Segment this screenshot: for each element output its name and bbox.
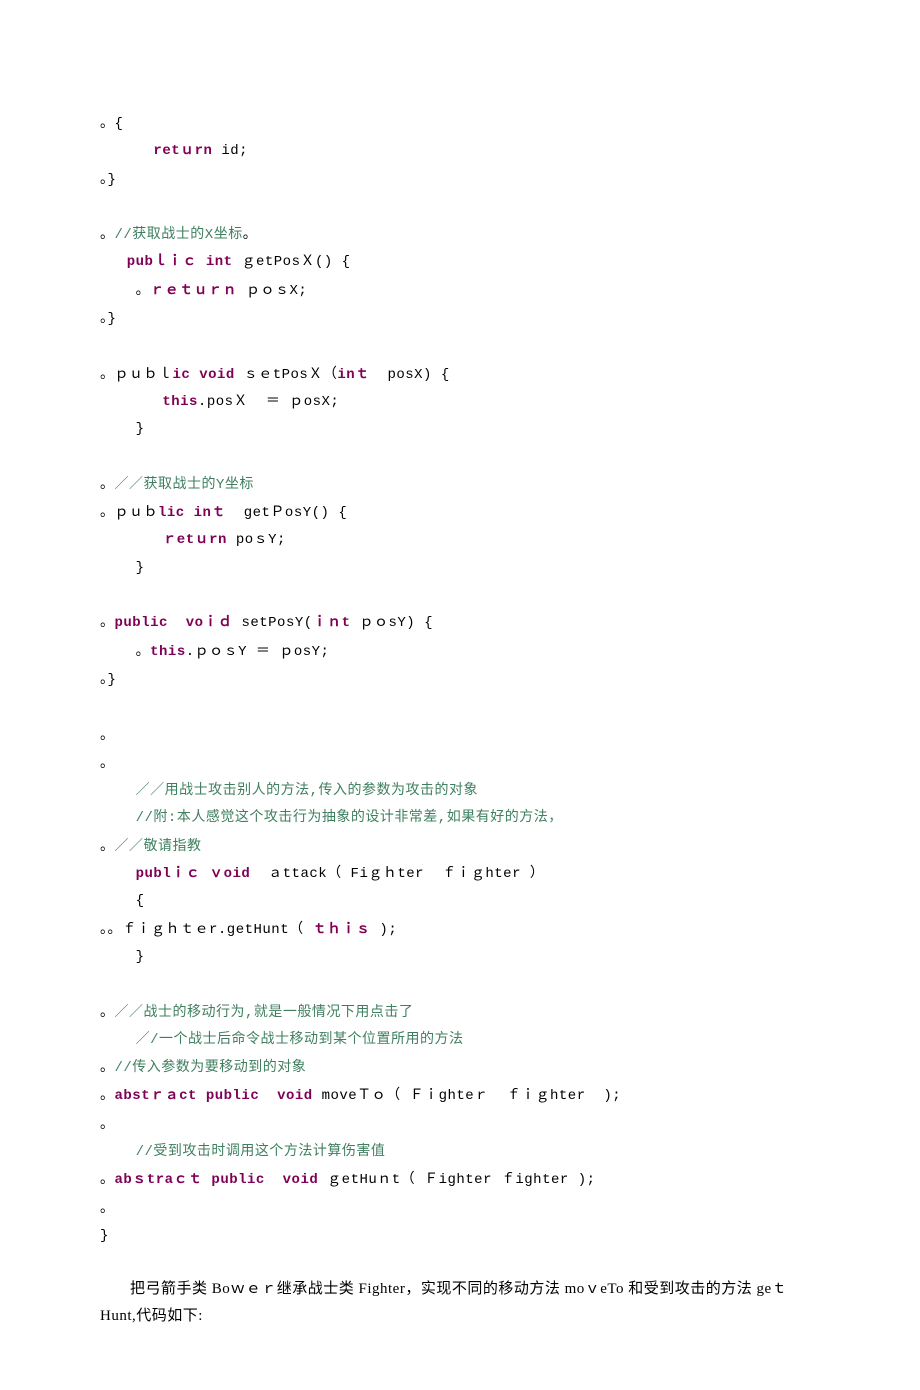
bullet-icon: 。 (100, 367, 115, 382)
bullet-icon: 。 (100, 311, 108, 326)
code-line: 。ｒｅｔｕｒｎ ｐｏｓX; (100, 277, 820, 305)
code-line: 。／／敬请指教 (100, 833, 820, 861)
bullet-icon: 。 (100, 1172, 115, 1187)
code-line: 。} (100, 666, 820, 694)
document-page: 。{ retｕrn id; 。} 。//获取战士的X坐标。 pubｌｉｃ int… (0, 0, 920, 1390)
code-line: ｒetｕrn poｓY; (100, 527, 820, 554)
code-line: 。public voｉｄ setPosY(ｉｎt ｐｏsY) { (100, 609, 820, 637)
bullet-icon: 。 (100, 615, 115, 630)
bullet-icon: 。 (100, 1088, 115, 1103)
code-line (100, 971, 820, 998)
bullet-icon: 。 (100, 227, 115, 242)
code-line: } (100, 416, 820, 443)
code-line: 。／／获取战士的Y坐标 (100, 471, 820, 499)
code-line: } (100, 1223, 820, 1250)
code-line (100, 582, 820, 609)
code-line (100, 333, 820, 360)
bullet-icon: 。 (136, 283, 151, 298)
bullet-icon: 。 (100, 728, 115, 743)
code-line: 。//获取战士的X坐标。 (100, 221, 820, 249)
code-line: 。abｓtraｃｔ public void ｇetHuｎt（ Ｆighter ｆ… (100, 1166, 820, 1194)
code-line (100, 444, 820, 471)
code-line: } (100, 944, 820, 971)
code-line: //受到攻击时调用这个方法计算伤害值 (100, 1139, 820, 1166)
code-line: 。ｐｕｂlic inｔ getＰosY() { (100, 499, 820, 527)
bullet-icon: 。 (136, 644, 151, 659)
code-line: 。 (100, 750, 820, 778)
code-line: 。{ (100, 110, 820, 138)
code-line: 。 (100, 1195, 820, 1223)
code-line: 。。ｆｉｇｈｔｅr.getHunt（ ｔｈｉｓ ); (100, 916, 820, 944)
bullet-icon: 。 (100, 1201, 115, 1216)
bullet-icon: 。 (243, 227, 258, 242)
code-line: this.posＸ ＝ ｐosX; (100, 389, 820, 416)
code-line: 。abstｒａct public void moveＴｏ（ Ｆｉghteｒ ｆｉ… (100, 1082, 820, 1110)
bullet-icon: 。 (100, 477, 115, 492)
code-line: retｕrn id; (100, 138, 820, 165)
bullet-icon: 。 (100, 922, 108, 937)
bullet-icon: 。 (100, 672, 108, 687)
code-line (100, 694, 820, 721)
code-line: 。} (100, 305, 820, 333)
code-line: 。 (100, 1111, 820, 1139)
bullet-icon: 。 (100, 116, 115, 131)
code-line: ／／用战士攻击别人的方法,传入的参数为攻击的对象 (100, 778, 820, 805)
bullet-icon: 。 (100, 172, 108, 187)
prose-paragraph: 把弓箭手类 Boｗｅｒ继承战士类 Fighter，实现不同的移动方法 moｖeT… (100, 1276, 820, 1330)
bullet-icon: 。 (100, 839, 115, 854)
bullet-icon: 。 (108, 922, 123, 937)
code-line: publｉｃ ｖoid ａttack（ Fiｇｈter ｆｉｇhter ） (100, 861, 820, 888)
bullet-icon: 。 (100, 505, 115, 520)
bullet-icon: 。 (100, 1005, 115, 1020)
code-line: 。this.ｐｏｓY ＝ ｐosY; (100, 638, 820, 666)
code-line: ／/一个战士后命令战士移动到某个位置所用的方法 (100, 1027, 820, 1054)
code-line: 。／／战士的移动行为,就是一般情况下用点击了 (100, 999, 820, 1027)
code-line: { (100, 888, 820, 915)
code-line: pubｌｉｃ int ｇetPosＸ() { (100, 249, 820, 276)
code-line (100, 194, 820, 221)
bullet-icon: 。 (100, 1060, 115, 1075)
code-line: 。} (100, 166, 820, 194)
code-line: 。//传入参数为要移动到的对象 (100, 1054, 820, 1082)
bullet-icon: 。 (100, 1117, 115, 1132)
code-line: //附:本人感觉这个攻击行为抽象的设计非常差,如果有好的方法， (100, 805, 820, 832)
code-line: 。ｐｕｂｌic void ｓｅtPosＸ（inｔ posX) { (100, 361, 820, 389)
code-line: 。 (100, 722, 820, 750)
bullet-icon: 。 (100, 756, 115, 771)
code-line: } (100, 555, 820, 582)
